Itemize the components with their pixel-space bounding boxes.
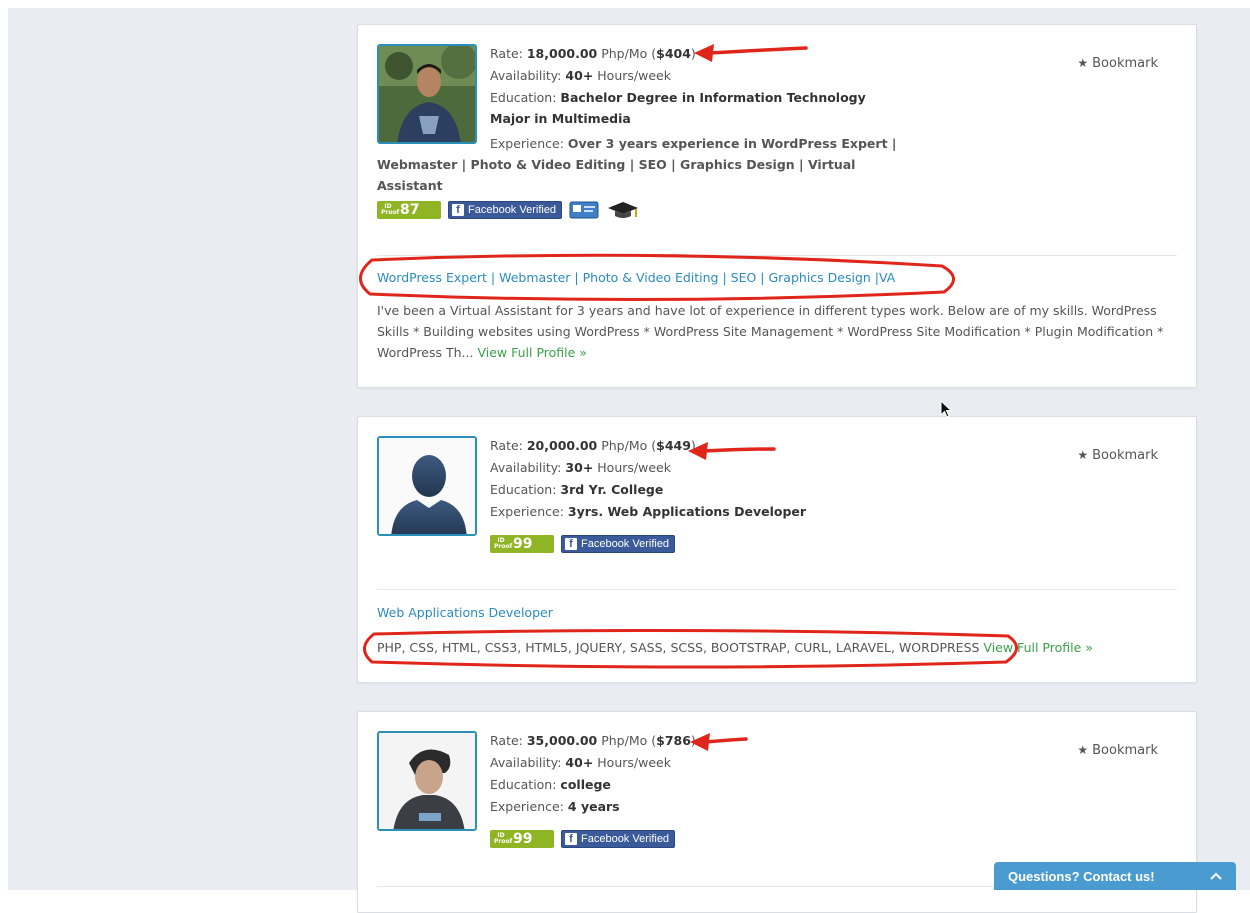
id-proof-score: 99	[513, 536, 533, 552]
facebook-verified-badge[interactable]: f Facebook Verified	[448, 201, 563, 219]
facebook-verified-label: Facebook Verified	[468, 204, 557, 216]
profile-photo-image	[379, 46, 475, 142]
facebook-icon: f	[565, 833, 577, 845]
id-proof-score: 87	[400, 202, 420, 218]
availability-line: Availability: 40+ Hours/week	[490, 752, 910, 774]
certificate-icon	[569, 201, 599, 219]
bookmark-button-2[interactable]: ★ Bookmark	[1077, 448, 1158, 463]
availability-label: Availability:	[490, 755, 566, 770]
facebook-verified-label: Facebook Verified	[581, 833, 670, 845]
availability-value: 40+	[565, 755, 594, 770]
annotation-ellipse-icon	[359, 253, 955, 302]
contact-us-label: Questions? Contact us!	[1008, 868, 1155, 884]
rate-label: Rate:	[490, 438, 527, 453]
id-proof-badge[interactable]: ID Proof 99	[490, 830, 554, 848]
star-icon: ★	[1077, 56, 1089, 70]
experience-label: Experience:	[490, 136, 568, 151]
experience-value: Over 3 years experience in WordPress Exp…	[377, 136, 897, 193]
bookmark-button-1[interactable]: ★ Bookmark	[1077, 56, 1158, 71]
experience-line: Experience: 4 years	[490, 796, 910, 818]
bookmark-label: Bookmark	[1092, 743, 1158, 758]
education-label: Education:	[490, 482, 561, 497]
education-value: college	[560, 777, 611, 792]
rate-usd: $404	[656, 46, 691, 61]
rate-unit: Php/Mo (	[597, 733, 657, 748]
facebook-verified-badge[interactable]: f Facebook Verified	[561, 535, 676, 553]
availability-line: Availability: 40+ Hours/week	[490, 65, 910, 87]
badge-row-3: ID Proof 99 f Facebook Verified	[490, 830, 676, 848]
badge-row-1: ID Proof 87 f Facebook Verified	[377, 201, 640, 219]
education-line: Education: college	[490, 774, 910, 796]
contact-us-widget[interactable]: Questions? Contact us!	[994, 862, 1236, 890]
id-proof-label: ID Proof	[381, 203, 400, 216]
experience-label: Experience:	[490, 799, 568, 814]
bookmark-label: Bookmark	[1092, 448, 1158, 463]
annotation-arrow-icon	[690, 733, 748, 751]
facebook-icon: f	[452, 204, 464, 216]
education-line: Education: Bachelor Degree in Informatio…	[490, 87, 900, 129]
annotation-ellipse-icon	[363, 628, 1018, 669]
chevron-up-icon[interactable]	[1210, 872, 1222, 880]
id-proof-label: ID Proof	[494, 832, 513, 845]
experience-line: Experience: 3yrs. Web Applications Devel…	[490, 501, 910, 523]
bookmark-label: Bookmark	[1092, 56, 1158, 71]
rate-usd: $786	[656, 733, 691, 748]
view-full-profile-link[interactable]: View Full Profile »	[477, 345, 586, 360]
star-icon: ★	[1077, 743, 1089, 757]
education-value: 3rd Yr. College	[560, 482, 664, 497]
rate-value: 18,000.00	[526, 46, 598, 61]
facebook-verified-badge[interactable]: f Facebook Verified	[561, 830, 676, 848]
availability-label: Availability:	[490, 460, 566, 475]
availability-value: 40+	[565, 68, 594, 83]
star-icon: ★	[1077, 448, 1089, 462]
graduation-cap-icon	[608, 202, 639, 218]
rate-unit: Php/Mo (	[597, 438, 657, 453]
availability-value: 30+	[565, 460, 594, 475]
mouse-cursor-icon	[940, 400, 953, 418]
profile-photo-1[interactable]	[377, 44, 477, 144]
profile-title-link-2[interactable]: Web Applications Developer	[377, 605, 553, 620]
id-proof-score: 99	[513, 831, 533, 847]
id-proof-badge[interactable]: ID Proof 87	[377, 201, 441, 219]
rate-label: Rate:	[490, 46, 527, 61]
experience-line: Experience: Over 3 years experience in W…	[377, 133, 897, 196]
divider	[377, 589, 1177, 590]
rate-label: Rate:	[490, 733, 527, 748]
profile-photo-image	[379, 733, 475, 829]
experience-value: 4 years	[567, 799, 620, 814]
default-avatar-image	[379, 438, 475, 534]
rate-value: 20,000.00	[526, 438, 598, 453]
profile-photo-2[interactable]	[377, 436, 477, 536]
education-label: Education:	[490, 777, 561, 792]
profile-photo-3[interactable]	[377, 731, 477, 831]
education-label: Education:	[490, 90, 561, 105]
facebook-icon: f	[565, 538, 577, 550]
badge-row-2: ID Proof 99 f Facebook Verified	[490, 535, 676, 553]
id-proof-label: ID Proof	[494, 537, 513, 550]
availability-unit: Hours/week	[593, 755, 671, 770]
availability-unit: Hours/week	[593, 68, 671, 83]
id-proof-badge[interactable]: ID Proof 99	[490, 535, 554, 553]
education-line: Education: 3rd Yr. College	[490, 479, 910, 501]
rate-value: 35,000.00	[526, 733, 598, 748]
bookmark-button-3[interactable]: ★ Bookmark	[1077, 743, 1158, 758]
experience-label: Experience:	[490, 504, 568, 519]
experience-value: 3yrs. Web Applications Developer	[567, 504, 807, 519]
annotation-arrow-icon	[688, 442, 776, 460]
rate-unit: Php/Mo (	[597, 46, 657, 61]
availability-label: Availability:	[490, 68, 566, 83]
profile-card-1: Rate: 18,000.00 Php/Mo ($404) Availabili…	[357, 24, 1197, 388]
facebook-verified-label: Facebook Verified	[581, 538, 670, 550]
annotation-arrow-icon	[694, 44, 808, 62]
profile-description-1: I've been a Virtual Assistant for 3 year…	[377, 300, 1177, 363]
availability-unit: Hours/week	[593, 460, 671, 475]
